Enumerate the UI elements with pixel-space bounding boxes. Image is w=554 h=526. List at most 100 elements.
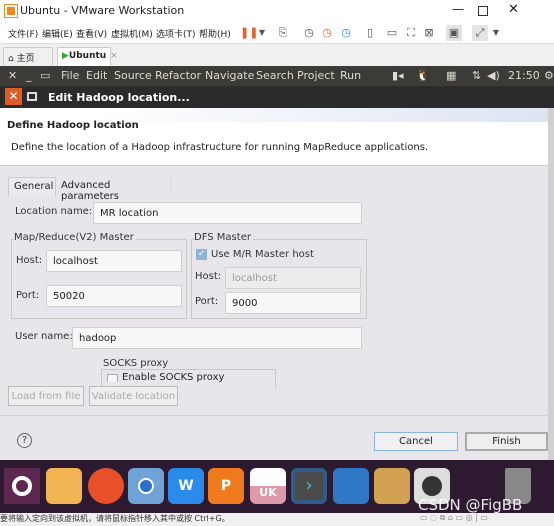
amazon-icon[interactable]: UK: [250, 468, 286, 504]
sidebar-view-icon[interactable]: ▯: [362, 25, 378, 41]
send-keys-icon[interactable]: ⎘: [275, 25, 291, 41]
cancel-button[interactable]: Cancel: [374, 432, 458, 451]
menu-help[interactable]: 帮助(H): [199, 27, 231, 40]
location-name-label: Location name:: [15, 206, 93, 217]
console-icon[interactable]: ▣: [446, 25, 462, 41]
menu-run[interactable]: Run: [340, 69, 361, 82]
dialog-body: General Advanced parameters Location nam…: [0, 166, 548, 460]
header-banner: [100, 108, 548, 122]
tab-general[interactable]: General: [8, 177, 56, 196]
help-icon[interactable]: ?: [17, 433, 32, 448]
enable-socks-checkbox[interactable]: [107, 374, 118, 382]
tab-home[interactable]: ⌂ 主页×: [3, 47, 53, 74]
footer-divider: [0, 415, 548, 416]
dialog-titlebar: ✕ Edit Hadoop location...: [0, 86, 554, 108]
menu-file[interactable]: 文件(F): [8, 27, 38, 40]
files-icon[interactable]: [46, 468, 82, 504]
wps-writer-icon[interactable]: W: [168, 468, 204, 504]
vmware-logo-icon: [4, 4, 18, 18]
maximize-button[interactable]: [478, 6, 488, 16]
use-mr-host-checkbox[interactable]: ✓: [196, 249, 207, 260]
tab-advanced-parameters[interactable]: Advanced parameters: [57, 177, 171, 202]
snapshot-manager-icon[interactable]: ◷: [338, 25, 354, 41]
thumbnail-view-icon[interactable]: ▭: [384, 25, 400, 41]
menu-view[interactable]: 查看(V): [76, 27, 107, 40]
dfs-port-input[interactable]: 9000: [225, 292, 361, 314]
load-from-file-button[interactable]: Load from file: [8, 386, 84, 406]
tab-ubuntu[interactable]: ▶Ubuntu ×: [57, 47, 118, 66]
device-icons[interactable]: ▭ ◌ ⧉ ⌂ ▭ ◎ | ▭: [420, 513, 488, 523]
ubuntu-top-bar: ✕ _ ▭ File Edit Source Refactor Navigate…: [0, 66, 554, 86]
settings-gear-icon[interactable]: ⚙: [544, 69, 554, 82]
user-name-input[interactable]: hadoop: [72, 327, 362, 349]
dialog-maximize-button[interactable]: [27, 92, 37, 101]
dropdown-icon[interactable]: ▼: [254, 25, 270, 41]
minimize-button[interactable]: —: [452, 2, 464, 16]
ubuntu-dash-icon[interactable]: [4, 468, 40, 504]
mr-host-input[interactable]: localhost: [46, 250, 182, 272]
close-tab-icon[interactable]: ×: [110, 51, 118, 61]
menu-file[interactable]: File: [61, 69, 79, 82]
dfs-host-label: Host:: [195, 271, 222, 282]
firefox-icon[interactable]: [88, 468, 124, 504]
mr-master-title: Map/Reduce(V2) Master: [14, 232, 136, 243]
menu-project[interactable]: Project: [297, 69, 335, 82]
status-bar: 要将输入定向到该虚拟机，请将鼠标指针移入其中或按 Ctrl+G。 ▭ ◌ ⧉ ⌂…: [0, 513, 554, 526]
user-name-label: User name:: [15, 331, 73, 342]
dfs-host-input[interactable]: localhost: [225, 267, 361, 289]
fullscreen-icon[interactable]: ⛶: [403, 25, 419, 41]
terminal-icon[interactable]: ›: [291, 468, 327, 504]
ubuntu-dock: W P UK › CSDN @FigBB: [0, 460, 554, 514]
dialog-description: Define the location of a Hadoop infrastr…: [11, 142, 429, 153]
menu-refactor[interactable]: Refactor: [155, 69, 201, 82]
chromium-icon[interactable]: [128, 468, 164, 504]
home-icon: ⌂: [8, 54, 17, 64]
tux-icon[interactable]: 🐧: [416, 69, 430, 82]
validate-location-button[interactable]: Validate location: [89, 386, 178, 406]
background-strip: [548, 108, 554, 460]
network-icon[interactable]: ⇅: [472, 69, 481, 82]
status-text: 要将输入定向到该虚拟机，请将鼠标指针移入其中或按 Ctrl+G。: [0, 514, 230, 523]
close-icon[interactable]: ✕: [8, 69, 17, 82]
clock[interactable]: 21:50: [508, 69, 540, 82]
wps-presentation-icon[interactable]: P: [208, 468, 244, 504]
menu-edit[interactable]: 编辑(E): [42, 27, 73, 40]
vm-icon: ▶: [62, 51, 69, 61]
socks-proxy-title: SOCKS proxy: [103, 358, 171, 369]
menu-search[interactable]: Search: [256, 69, 294, 82]
mr-port-label: Port:: [16, 290, 40, 301]
window-title: Ubuntu - VMware Workstation: [20, 4, 185, 17]
use-mr-host-label[interactable]: Use M/R Master host: [211, 249, 314, 260]
finish-button[interactable]: Finish: [465, 432, 548, 451]
volume-icon[interactable]: ◀): [487, 69, 500, 82]
dialog-header: Define Hadoop location Define the locati…: [0, 108, 548, 166]
dialog-title: Edit Hadoop location...: [48, 91, 190, 104]
menu-navigate[interactable]: Navigate: [205, 69, 254, 82]
menu-tabs[interactable]: 选项卡(T): [156, 27, 196, 40]
location-name-input[interactable]: MR location: [93, 202, 362, 224]
minimize-icon[interactable]: _: [26, 69, 32, 82]
dfs-port-label: Port:: [195, 296, 219, 307]
archive-manager-icon[interactable]: [374, 468, 410, 504]
stretch-icon[interactable]: ⤢: [472, 25, 488, 41]
software-icon[interactable]: [333, 468, 369, 504]
menu-bar: 文件(F) 编辑(E) 查看(V) 虚拟机(M) 选项卡(T) 帮助(H) ❚❚…: [0, 22, 554, 44]
mr-host-label: Host:: [16, 255, 43, 266]
dialog-close-button[interactable]: ✕: [5, 88, 22, 105]
dropdown-icon[interactable]: ▼: [488, 25, 504, 41]
calendar-icon[interactable]: ▦: [446, 69, 456, 82]
snapshot-icon[interactable]: ◷: [301, 25, 317, 41]
revert-snapshot-icon[interactable]: ◷: [319, 25, 335, 41]
keyboard-indicator-icon[interactable]: ▮◂: [392, 69, 404, 82]
menu-source[interactable]: Source: [114, 69, 152, 82]
window-titlebar: Ubuntu - VMware Workstation — ✕: [0, 0, 554, 22]
enable-socks-label[interactable]: Enable SOCKS proxy: [122, 372, 224, 382]
close-button[interactable]: ✕: [508, 2, 519, 17]
vm-tabs: ⌂ 主页× ▶Ubuntu×: [0, 44, 554, 74]
menu-edit[interactable]: Edit: [86, 69, 107, 82]
unity-icon[interactable]: ⊠: [421, 25, 437, 41]
watermark: CSDN @FigBB: [418, 496, 523, 514]
mr-port-input[interactable]: 50020: [46, 285, 182, 307]
maximize-icon[interactable]: ▭: [40, 69, 50, 82]
menu-vm[interactable]: 虚拟机(M): [111, 27, 153, 40]
